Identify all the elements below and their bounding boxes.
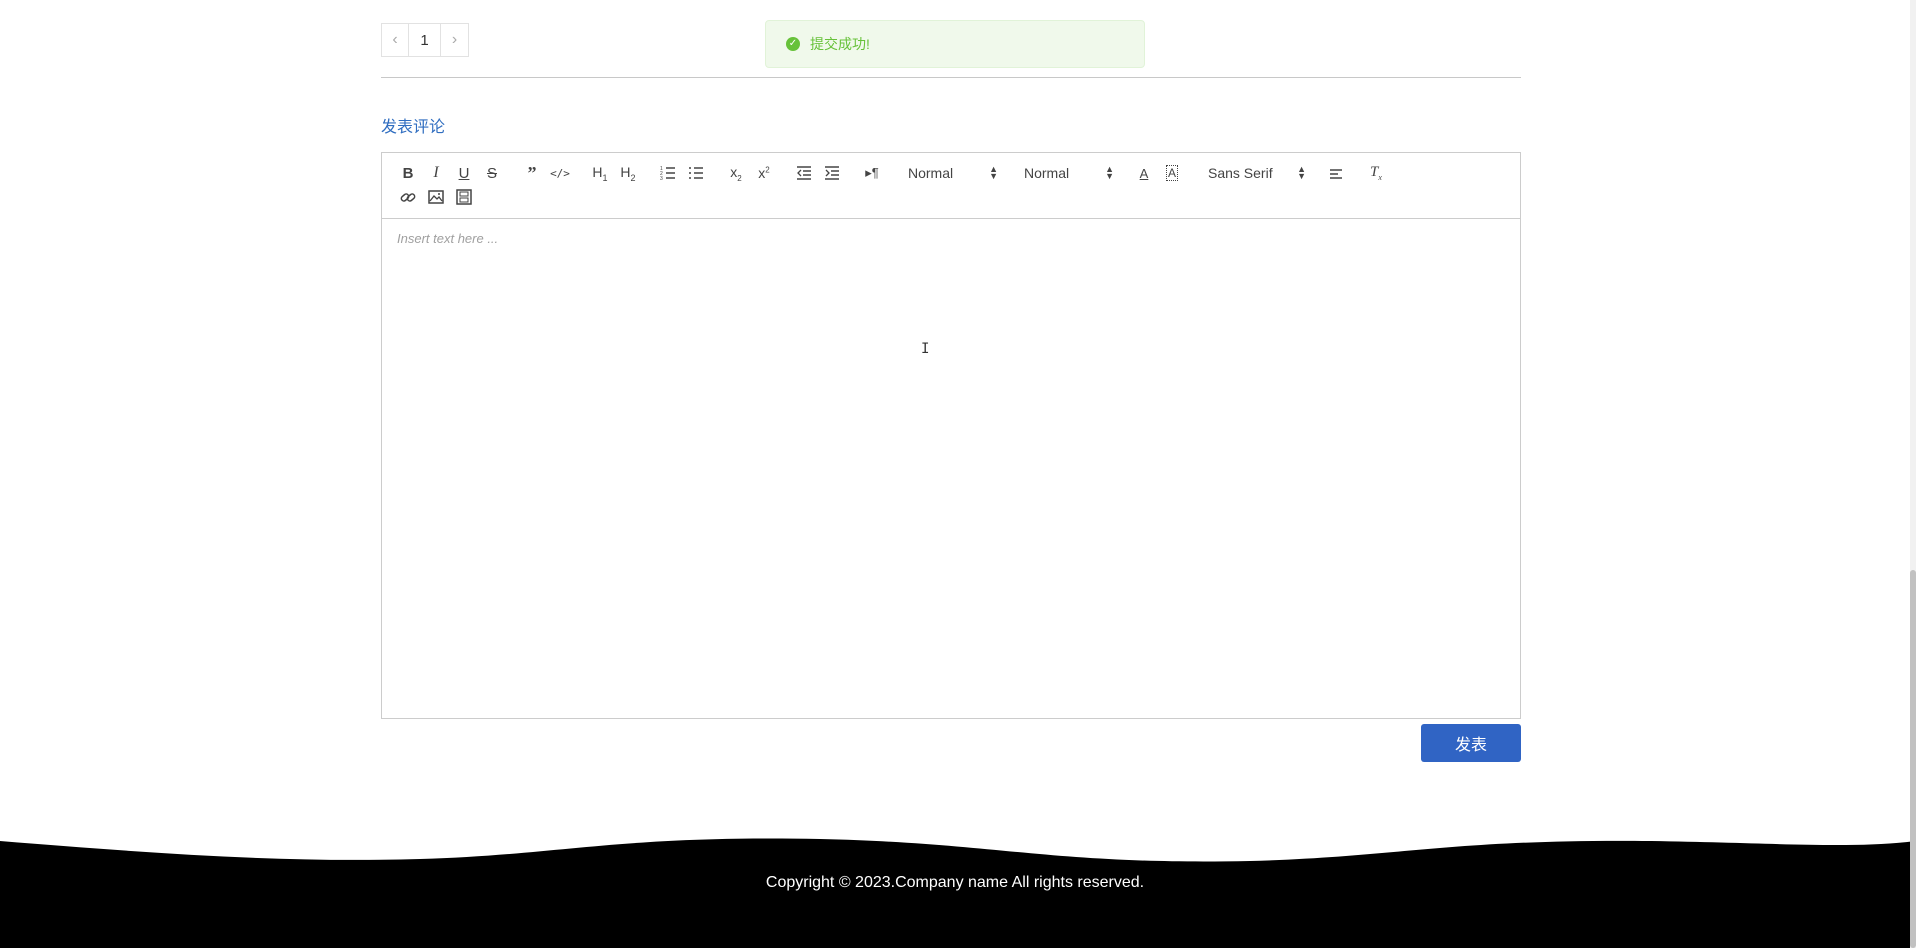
editor-placeholder: Insert text here ...: [397, 231, 499, 246]
image-icon[interactable]: [422, 185, 450, 209]
align-icon[interactable]: [1322, 161, 1350, 185]
heading-1-icon[interactable]: H1: [586, 161, 614, 185]
font-select[interactable]: Sans Serif ▲ ▼: [1198, 161, 1310, 185]
blockquote-icon[interactable]: ”: [518, 161, 546, 185]
underline-icon[interactable]: U: [450, 161, 478, 185]
italic-icon[interactable]: I: [422, 161, 450, 185]
ordered-list-icon[interactable]: 123: [654, 161, 682, 185]
page-1-button[interactable]: 1: [409, 23, 441, 57]
footer-wave: [0, 838, 1916, 875]
submit-comment-button[interactable]: 发表: [1421, 724, 1521, 762]
prev-page-button[interactable]: ‹: [381, 23, 409, 57]
size-select[interactable]: Normal ▲ ▼: [1014, 161, 1118, 185]
indent-icon[interactable]: [818, 161, 846, 185]
page-scrollbar[interactable]: [1910, 0, 1916, 948]
heading-2-icon[interactable]: H2: [614, 161, 642, 185]
sort-arrows-icon: ▲ ▼: [989, 164, 998, 181]
editor-content[interactable]: Insert text here ... I: [382, 219, 1520, 717]
code-block-icon[interactable]: </>: [546, 161, 574, 185]
svg-text:3: 3: [660, 176, 663, 182]
font-select-value: Sans Serif: [1208, 165, 1273, 181]
pagination: ‹ 1 ›: [381, 23, 469, 57]
next-page-button[interactable]: ›: [441, 23, 469, 57]
size-select-value: Normal: [1024, 165, 1070, 181]
comment-editor: B I U S ” </> H1 H2 123 x2 x2 ▸¶ Normal …: [381, 152, 1521, 719]
background-color-icon[interactable]: A: [1158, 161, 1186, 185]
bullet-list-icon[interactable]: [682, 161, 710, 185]
bold-icon[interactable]: B: [394, 161, 422, 185]
header-select-value: Normal: [908, 165, 954, 181]
copyright-text: Copyright © 2023.Company name All rights…: [765, 874, 1145, 891]
editor-toolbar: B I U S ” </> H1 H2 123 x2 x2 ▸¶ Normal …: [382, 153, 1520, 219]
link-icon[interactable]: [394, 185, 422, 209]
sort-arrows-icon: ▲ ▼: [1297, 164, 1306, 181]
superscript-icon[interactable]: x2: [750, 161, 778, 185]
divider: [381, 77, 1521, 78]
toast-message: 提交成功!: [810, 36, 870, 52]
clear-format-icon[interactable]: Tx: [1362, 161, 1390, 185]
text-cursor-icon: I: [921, 341, 930, 357]
success-toast: ✓ 提交成功!: [765, 20, 1145, 68]
check-circle-icon: ✓: [786, 37, 800, 51]
section-title: 发表评论: [381, 119, 446, 136]
text-direction-icon[interactable]: ▸¶: [858, 161, 886, 185]
outdent-icon[interactable]: [790, 161, 818, 185]
strikethrough-icon[interactable]: S: [478, 161, 506, 185]
text-color-icon[interactable]: A: [1130, 161, 1158, 185]
scrollbar-thumb[interactable]: [1910, 570, 1916, 948]
video-icon[interactable]: [450, 185, 478, 209]
sort-arrows-icon: ▲ ▼: [1105, 164, 1114, 181]
subscript-icon[interactable]: x2: [722, 161, 750, 185]
header-select[interactable]: Normal ▲ ▼: [898, 161, 1002, 185]
